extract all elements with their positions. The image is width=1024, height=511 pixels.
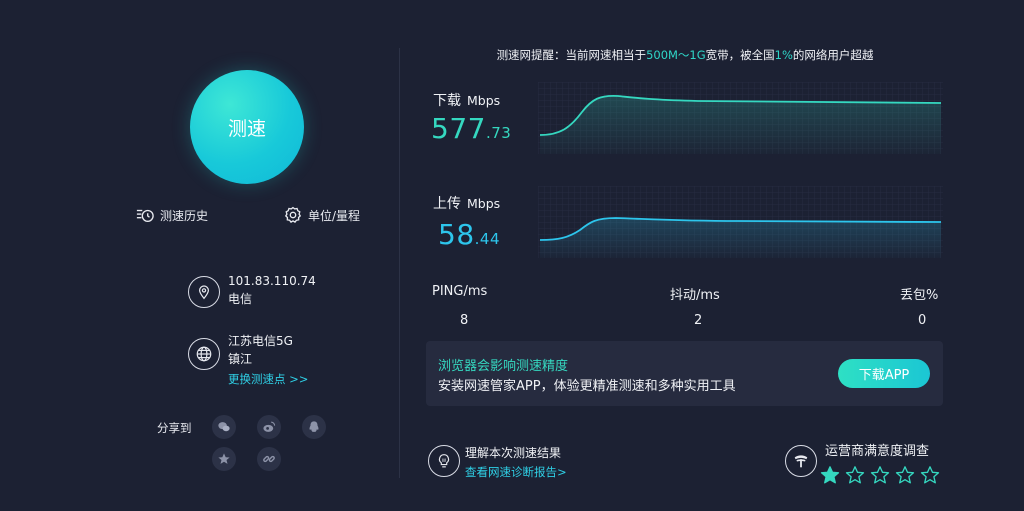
history-icon (136, 209, 154, 222)
ip-address: 101.83.110.74 (228, 274, 316, 288)
start-speed-test-button[interactable]: 测速 (190, 70, 304, 184)
speed-button-label: 测速 (227, 117, 266, 140)
telecom-logo-icon (785, 445, 817, 477)
upload-chart (538, 186, 943, 258)
notice-suffix: 的网络用户超越 (792, 48, 874, 62)
download-title: 下载 (433, 93, 461, 109)
favorite-icon[interactable] (212, 447, 236, 471)
panel-divider (399, 48, 400, 478)
download-label: 下载 Mbps (433, 90, 500, 110)
notice-bandwidth: 500M～1G (646, 48, 706, 62)
wechat-icon[interactable] (212, 415, 236, 439)
speed-notice: 测速网提醒：当前网速相当于500M～1G宽带，被全国1%的网络用户超越 (425, 47, 945, 63)
unit-range-label: 单位/量程 (308, 208, 361, 223)
download-value: 577.73 (431, 112, 511, 145)
rating-star-icon[interactable] (895, 465, 915, 485)
gear-icon (284, 206, 302, 223)
unit-range-button[interactable]: 单位/量程 (284, 206, 360, 224)
jitter-value: 2 (694, 313, 703, 328)
packet-loss-label: 丢包% (900, 288, 939, 303)
banner-title: 浏览器会影响测速精度 (438, 359, 569, 374)
upload-value-frac: .44 (474, 230, 500, 248)
download-chart (538, 82, 943, 154)
ip-info: 101.83.110.74 电信 (228, 272, 316, 308)
ping-label: PING/ms (432, 284, 488, 299)
ping-value: 8 (460, 313, 469, 328)
upload-title: 上传 (433, 196, 461, 212)
notice-middle: 宽带，被全国 (705, 48, 775, 62)
rating-stars (820, 465, 940, 485)
speed-history-button[interactable]: 测速历史 (136, 206, 208, 224)
upload-unit: Mbps (467, 196, 501, 211)
jitter-label: 抖动/ms (670, 288, 720, 303)
weibo-icon[interactable] (257, 415, 281, 439)
server-info: 江苏电信5G 镇江 (228, 332, 293, 368)
upload-value-int: 58 (438, 218, 475, 251)
globe-icon (188, 338, 220, 370)
share-label: 分享到 (157, 421, 192, 435)
rating-star-icon[interactable] (870, 465, 890, 485)
change-server-link[interactable]: 更换测速点 >> (228, 371, 308, 387)
download-app-button[interactable]: 下载APP (838, 359, 930, 388)
rating-star-icon[interactable] (845, 465, 865, 485)
rating-star-icon[interactable] (920, 465, 940, 485)
download-value-frac: .73 (485, 124, 512, 142)
isp-name: 电信 (228, 292, 253, 306)
lightbulb-icon: W (428, 445, 460, 477)
qq-icon[interactable] (302, 415, 326, 439)
speed-history-label: 测速历史 (160, 208, 209, 223)
banner-subtitle: 安装网速管家APP，体验更精准测速和多种实用工具 (438, 379, 736, 394)
server-city: 镇江 (228, 352, 253, 366)
result-title: 理解本次测速结果 (465, 446, 562, 460)
svg-text:W: W (442, 458, 447, 464)
upload-label: 上传 Mbps (433, 193, 500, 213)
app-promo-banner: 浏览器会影响测速精度 安装网速管家APP，体验更精准测速和多种实用工具 下载AP… (426, 341, 943, 406)
location-pin-icon (188, 276, 220, 308)
download-unit: Mbps (467, 93, 501, 108)
download-app-label: 下载APP (858, 368, 910, 383)
diagnosis-report-link[interactable]: 查看网速诊断报告> (465, 464, 567, 480)
server-name: 江苏电信5G (228, 334, 293, 348)
notice-prefix: 测速网提醒：当前网速相当于 (496, 48, 647, 62)
survey-title: 运营商满意度调查 (825, 444, 930, 459)
rating-star-icon[interactable] (820, 465, 840, 485)
upload-value: 58.44 (438, 218, 500, 251)
packet-loss-value: 0 (918, 313, 927, 328)
download-value-int: 577 (431, 112, 486, 145)
link-icon[interactable] (257, 447, 281, 471)
notice-percent: 1% (774, 48, 793, 62)
